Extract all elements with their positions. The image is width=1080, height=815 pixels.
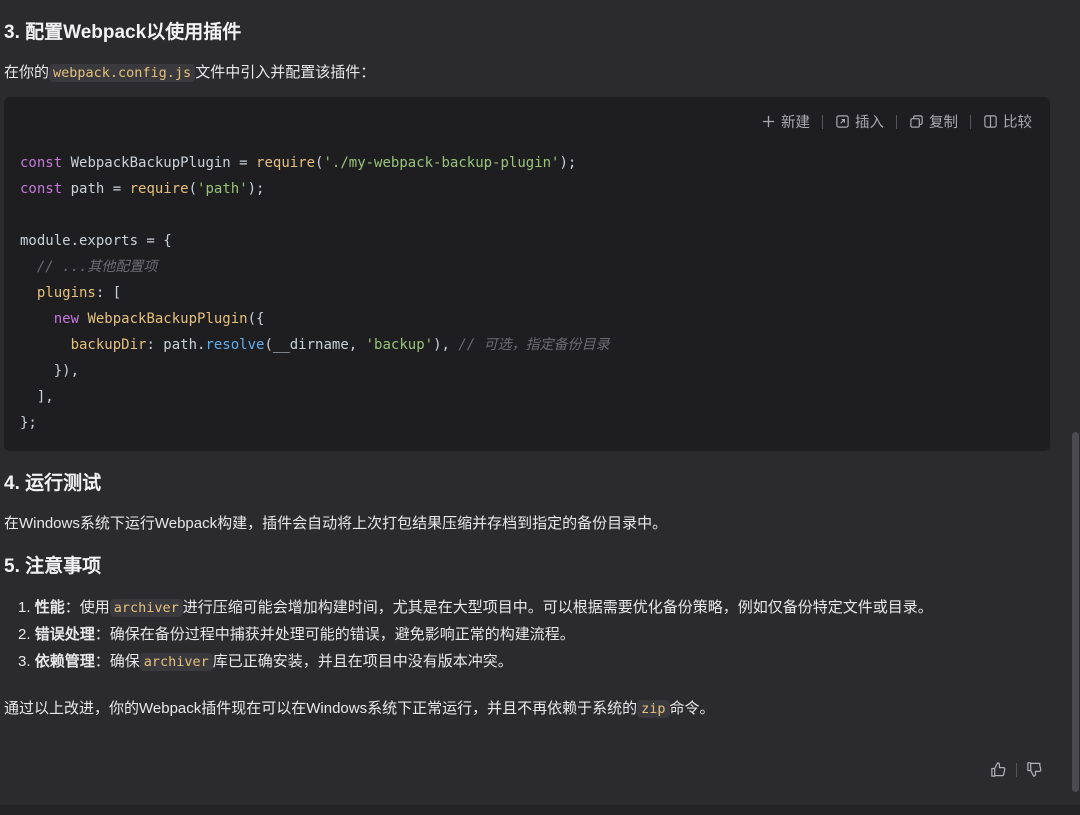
insert-button[interactable]: 插入 — [833, 111, 886, 132]
inline-code: archiver — [139, 653, 213, 671]
code-line: module.exports = { — [20, 233, 172, 249]
code-line: const WebpackBackupPlugin = require('./m… — [20, 155, 577, 171]
code-toolbar: 新建 插入 复制 比较 — [759, 111, 1034, 132]
code-line: backupDir: path.resolve(__dirname, 'back… — [70, 337, 610, 353]
list-item: 1. 性能：使用 archiver 进行压缩可能会增加构建时间，尤其是在大型项目中。… — [18, 599, 933, 617]
code-line: }), — [20, 363, 80, 379]
thumbs-up-icon[interactable] — [989, 760, 1008, 779]
feedback-divider — [1016, 762, 1017, 777]
code-line: // ...其他配置项 — [20, 259, 158, 275]
compare-icon — [984, 115, 997, 128]
section5-heading: 5. 注意事项 — [4, 556, 102, 577]
compare-button[interactable]: 比较 — [981, 111, 1034, 132]
code-line: plugins: [ — [36, 285, 122, 301]
section4-text: 在Windows系统下运行Webpack构建，插件会自动将上次打包结果压缩并存档… — [4, 515, 668, 532]
scrollbar[interactable] — [1070, 0, 1080, 815]
toolbar-divider — [822, 114, 823, 129]
bottom-edge — [0, 805, 1080, 815]
section3-intro: 在你的 webpack.config.js 文件中引入并配置该插件： — [4, 64, 376, 82]
scrollbar-thumb[interactable] — [1072, 432, 1079, 792]
feedback-bar — [989, 760, 1044, 779]
insert-icon — [836, 115, 849, 128]
copy-button[interactable]: 复制 — [907, 111, 960, 132]
inline-code: webpack.config.js — [49, 64, 196, 82]
copy-icon — [910, 115, 923, 128]
inline-code: zip — [637, 700, 670, 718]
conclusion-text: 通过以上改进，你的Webpack插件现在可以在Windows系统下正常运行，并且… — [4, 700, 715, 718]
code-line: ], — [20, 389, 54, 405]
code-line: }; — [20, 415, 37, 431]
code-line: new WebpackBackupPlugin({ — [53, 311, 265, 327]
code-content: const WebpackBackupPlugin = require('./m… — [20, 150, 610, 436]
plus-icon — [762, 115, 775, 128]
thumbs-down-icon[interactable] — [1025, 760, 1044, 779]
section4-heading: 4. 运行测试 — [4, 473, 102, 494]
list-item: 3. 依赖管理：确保 archiver 库已正确安装，并且在项目中没有版本冲突。 — [18, 653, 513, 671]
inline-code: archiver — [109, 599, 183, 617]
notes-list: 1. 性能：使用 archiver 进行压缩可能会增加构建时间，尤其是在大型项目中。… — [18, 597, 933, 678]
section3-heading: 3. 配置Webpack以使用插件 — [4, 22, 242, 43]
toolbar-divider — [970, 114, 971, 129]
new-button[interactable]: 新建 — [759, 111, 812, 132]
toolbar-divider — [896, 114, 897, 129]
code-line: const path = require('path'); — [20, 181, 265, 197]
list-item: 2. 错误处理：确保在备份过程中捕获并处理可能的错误，避免影响正常的构建流程。 — [18, 626, 575, 643]
